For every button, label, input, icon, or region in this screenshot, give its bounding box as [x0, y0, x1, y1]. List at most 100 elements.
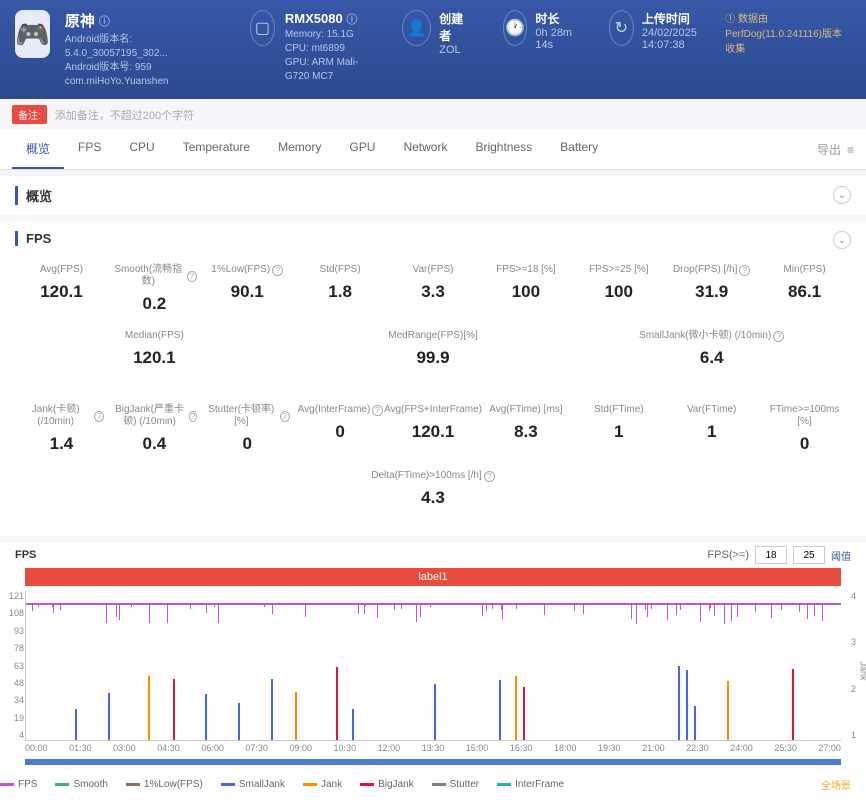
metric-value: 31.9 [669, 282, 754, 302]
metric: Avg(FPS+InterFrame)120.1 [387, 396, 480, 462]
metric: Std(FTime)1 [572, 396, 665, 462]
tab-gpu[interactable]: GPU [335, 130, 389, 169]
chart-legend: FPS Smooth 1%Low(FPS) SmallJank Jank BigJank S… [0, 771, 866, 798]
x-axis: 00:0001:3003:0004:3006:0007:3009:0010:30… [0, 741, 866, 755]
metric: Stutter(卡顿率) [%] ?0 [201, 396, 294, 462]
metric-label: Median(FPS) [19, 330, 290, 342]
metric-label: Jank(卡顿) (/10min) ? [19, 404, 104, 428]
tab-network[interactable]: Network [389, 130, 461, 169]
help-icon[interactable]: ? [739, 265, 750, 276]
help-icon[interactable]: ? [372, 405, 382, 416]
metric-value: 90.1 [205, 282, 290, 302]
upload-icon: ↻ [609, 10, 634, 46]
collapse-button[interactable]: ⌄ [833, 231, 851, 249]
metric: Median(FPS)120.1 [15, 322, 294, 376]
metric-value: 1 [669, 422, 754, 442]
overview-section: 概览 ⌄ [0, 176, 866, 215]
metric-label: Delta(FTime)>100ms [/h] ? [19, 470, 847, 482]
metric-label: SmallJank(微小卡顿) (/10min) ? [576, 330, 847, 342]
device-memory: Memory: 15.1G [285, 28, 367, 42]
device-name: RMX5080 [285, 11, 343, 26]
metric: BigJank(严重卡顿) (/10min) ?0.4 [108, 396, 201, 462]
y-label-right: Jank [858, 661, 866, 680]
metric: Drop(FPS) [/h] ? 31.9 [665, 256, 758, 322]
metric: Avg(FPS)120.1 [15, 256, 108, 322]
note-input[interactable]: 添加备注，不超过200个字符 [55, 107, 194, 123]
legend-item[interactable]: Smooth [55, 777, 107, 792]
legend-item[interactable]: SmallJank [221, 777, 285, 792]
jank-spikes [26, 620, 841, 740]
tab-fps[interactable]: FPS [64, 130, 115, 169]
metric-label: Smooth(流畅指数) ? [112, 264, 197, 288]
collapse-button[interactable]: ⌄ [833, 186, 851, 204]
metric: FPS>=25 [%] 100 [572, 256, 665, 322]
help-icon[interactable]: ? [773, 331, 784, 342]
help-icon[interactable]: ? [484, 471, 495, 482]
metric-value: 100 [576, 282, 661, 302]
legend-all-link[interactable]: 全场景 [821, 777, 851, 792]
help-icon[interactable]: ? [272, 265, 283, 276]
fps-chart[interactable]: 1211089378634834194 4321 FPS Jank [25, 591, 841, 741]
metric-value: 1.4 [19, 434, 104, 454]
metric-value: 0 [762, 434, 847, 454]
creator-block: 👤 创建者 ZOL [402, 10, 467, 56]
fps-ge-label: FPS(>=) [707, 549, 749, 561]
legend-item[interactable]: Jank [303, 777, 342, 792]
metric-label: 1%Low(FPS) ? [205, 264, 290, 276]
metrics-row-2: Jank(卡顿) (/10min) ?1.4BigJank(严重卡顿) (/10… [15, 386, 851, 526]
help-icon[interactable]: ? [189, 411, 197, 422]
info-icon[interactable]: ⓘ [99, 13, 110, 29]
creator-value: ZOL [439, 44, 468, 56]
menu-icon[interactable]: ≡ [847, 143, 854, 157]
timeline-bar[interactable] [25, 759, 841, 765]
metric: Jank(卡顿) (/10min) ? 1.4 [15, 396, 108, 462]
metric-label: MedRange(FPS)[%] [298, 330, 569, 342]
legend-item[interactable]: FPS [0, 777, 37, 792]
tab-battery[interactable]: Battery [546, 130, 612, 169]
android-build: Android版本号: 959 [65, 61, 215, 75]
y-axis-left: 1211089378634834194 [4, 591, 24, 740]
duration-block: 🕐 时长 0h 28m 14s [503, 10, 574, 51]
tab-memory[interactable]: Memory [264, 130, 335, 169]
help-icon[interactable]: ? [280, 411, 290, 422]
metric-label: Std(FPS) [298, 264, 383, 276]
legend-item[interactable]: BigJank [360, 777, 414, 792]
help-icon[interactable]: ? [187, 271, 197, 282]
threshold-input-2[interactable] [793, 546, 825, 564]
metric: Std(FPS)1.8 [294, 256, 387, 322]
tab-brightness[interactable]: Brightness [461, 130, 546, 169]
threshold-input-1[interactable] [755, 546, 787, 564]
metric-label: FPS>=25 [%] [576, 264, 661, 276]
legend-item[interactable]: 1%Low(FPS) [126, 777, 203, 792]
legend-item[interactable]: InterFrame [497, 777, 564, 792]
threshold-link[interactable]: 阈值 [831, 548, 851, 563]
tab-temperature[interactable]: Temperature [169, 130, 264, 169]
metric-value: 0 [298, 422, 383, 442]
metric-value: 4.3 [19, 488, 847, 508]
metric-label: FTime>=100ms [%] [762, 404, 847, 428]
metric-value: 86.1 [762, 282, 847, 302]
metric-label: Drop(FPS) [/h] ? [669, 264, 754, 276]
duration-value: 0h 28m 14s [535, 27, 573, 51]
metric-label: Avg(FPS+InterFrame) [391, 404, 476, 416]
android-version: Android版本名: 5.4.0_30057195_302... [65, 33, 215, 61]
legend-item[interactable]: Stutter [432, 777, 479, 792]
metrics-row-1: Avg(FPS)120.1Smooth(流畅指数) ?0.21%Low(FPS)… [15, 246, 851, 386]
tab-overview[interactable]: 概览 [12, 130, 64, 169]
tab-cpu[interactable]: CPU [115, 130, 168, 169]
user-icon: 👤 [402, 10, 431, 46]
metric: Avg(InterFrame) ?0 [294, 396, 387, 462]
info-icon[interactable]: ⓘ [346, 14, 357, 26]
device-gpu: GPU: ARM Mali-G720 MC7 [285, 56, 367, 84]
help-icon[interactable]: ? [94, 411, 104, 422]
note-bar: 备注: 添加备注，不超过200个字符 [0, 99, 866, 130]
metric-label: BigJank(严重卡顿) (/10min) ? [112, 404, 197, 428]
upload-value: 24/02/2025 14:07:38 [642, 27, 710, 51]
source-text: ① 数据由PerfDog(11.0.241116)版本收集 [725, 10, 851, 55]
upload-block: ↻ 上传时间 24/02/2025 14:07:38 [609, 10, 711, 51]
metric-label: Std(FTime) [576, 404, 661, 416]
fps-section: FPS ⌄ Avg(FPS)120.1Smooth(流畅指数) ?0.21%Lo… [0, 221, 866, 536]
metric-label: Var(FPS) [391, 264, 476, 276]
y-label-left: FPS [0, 662, 2, 680]
export-button[interactable]: 导出 [817, 141, 841, 158]
